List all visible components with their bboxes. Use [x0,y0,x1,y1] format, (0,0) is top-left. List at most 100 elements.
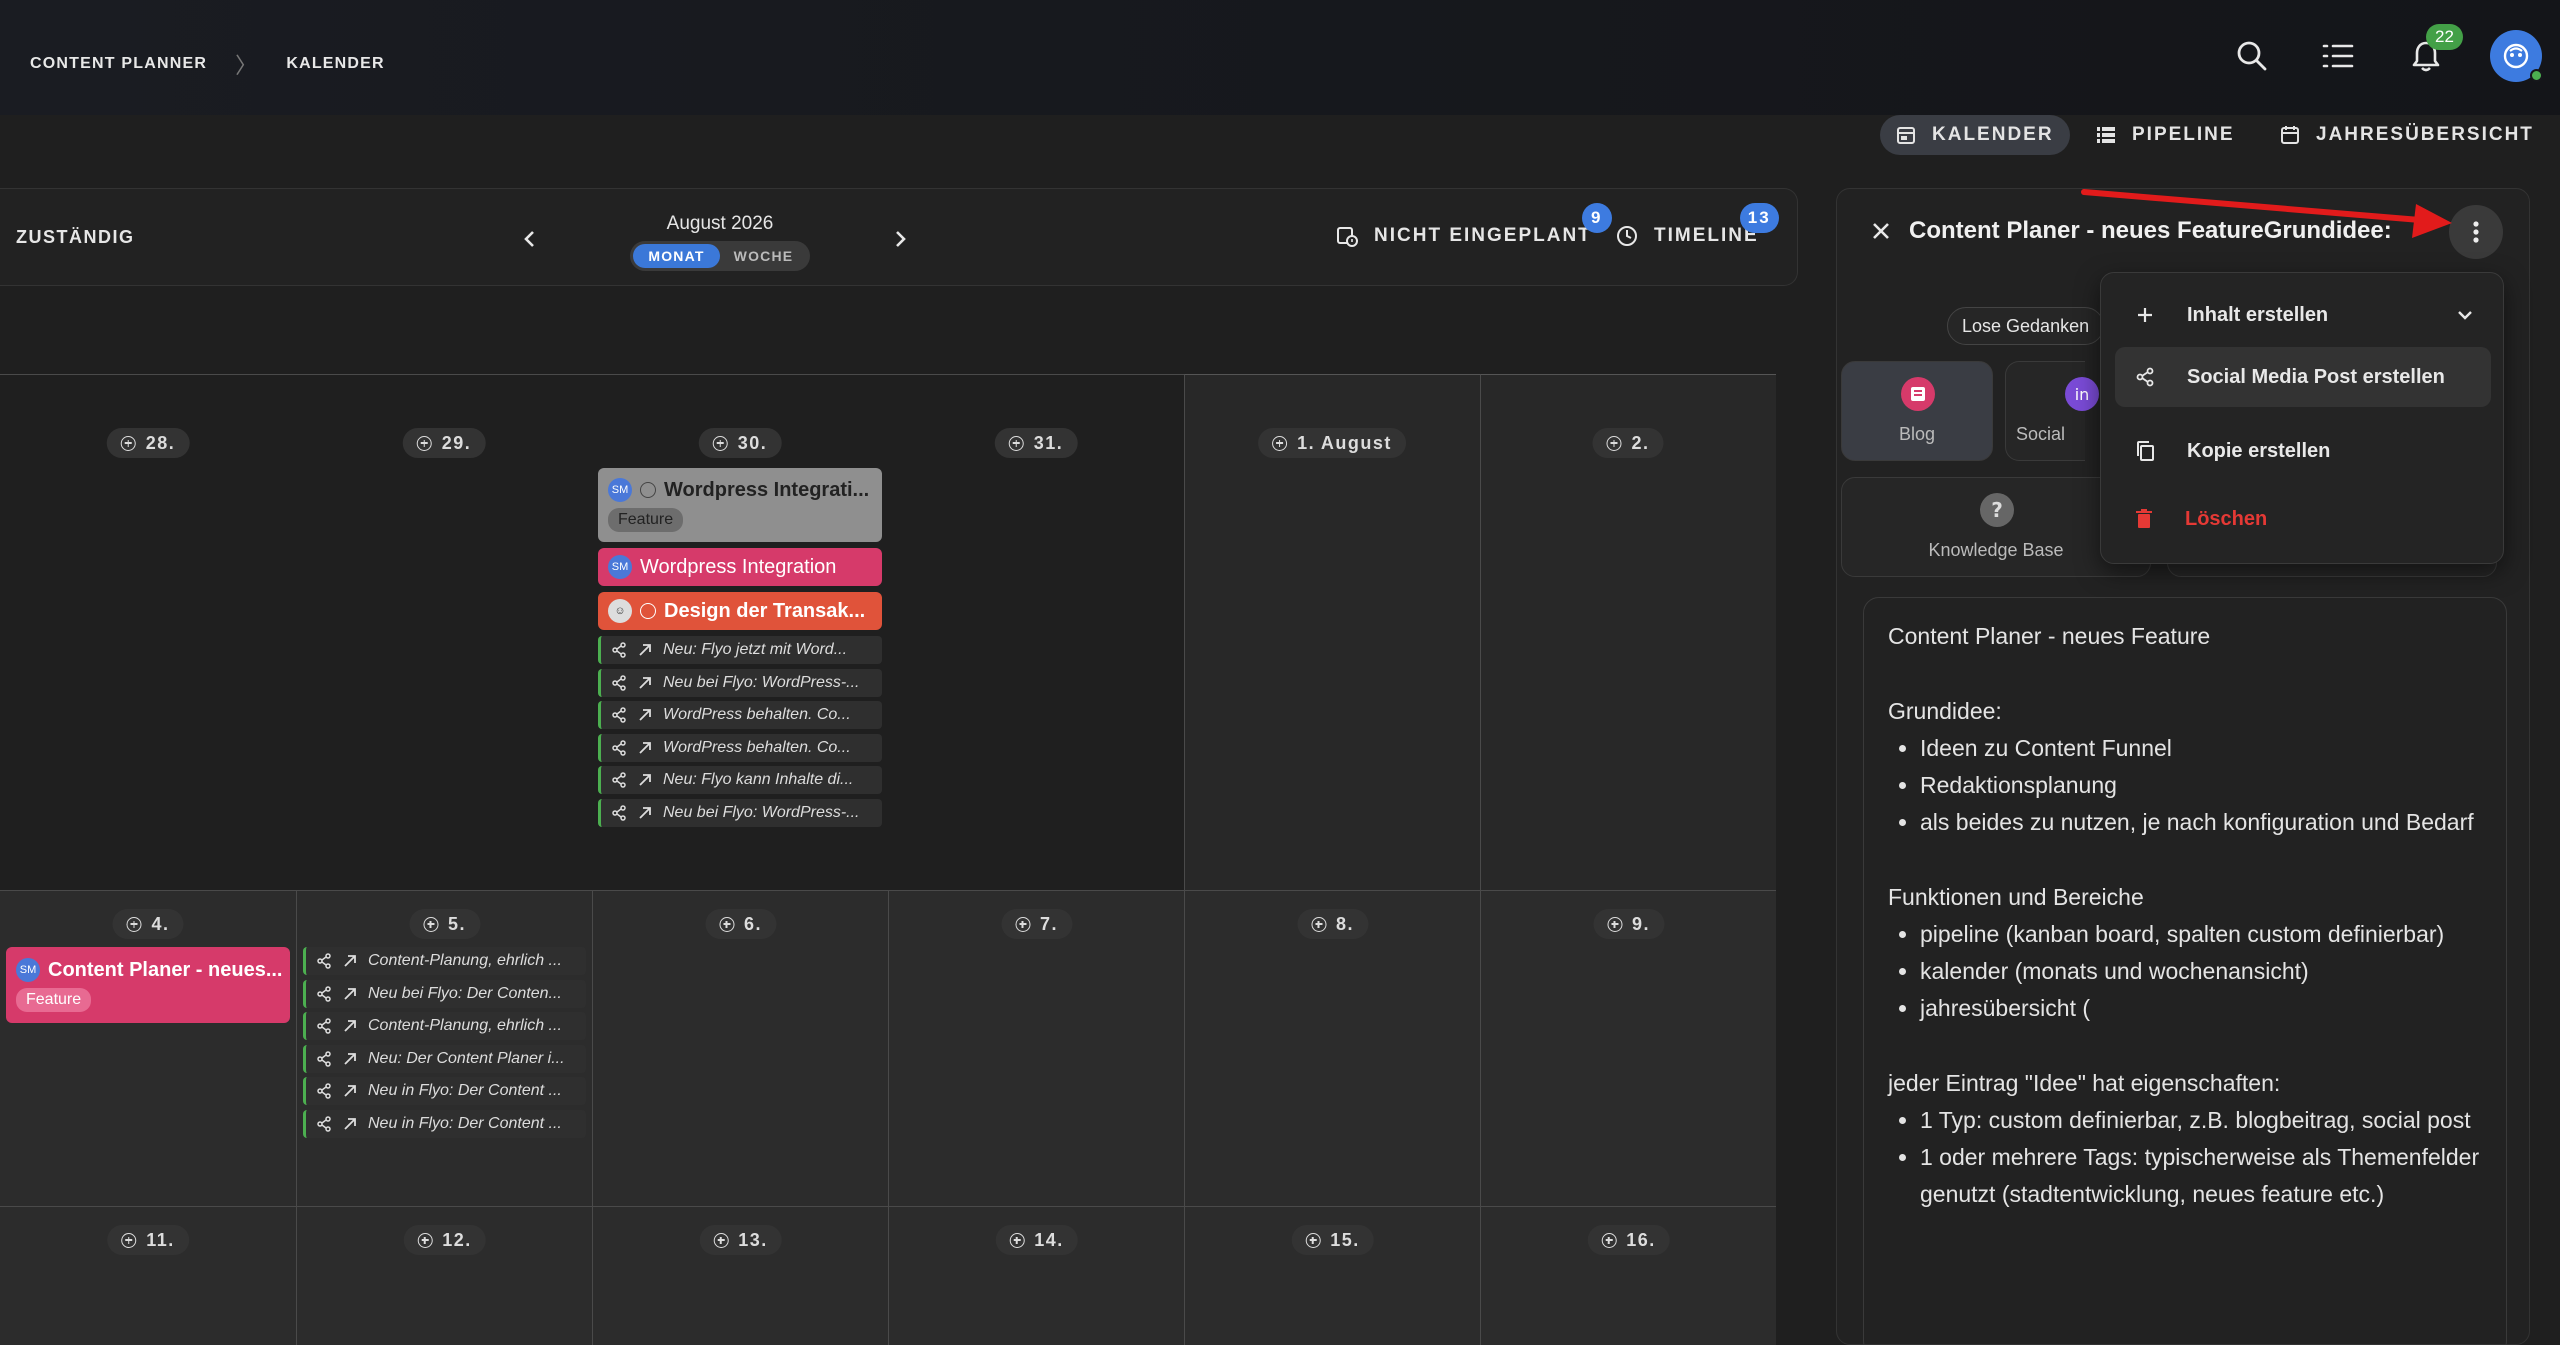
calendar-day-cell[interactable]: 8. [1184,890,1480,1206]
mode-week-button[interactable]: WOCHE [720,244,807,268]
social-post-item[interactable]: Neu bei Flyo: WordPress-... [598,668,882,697]
svg-text:in: in [2075,385,2090,404]
tab-pipeline[interactable]: PIPELINE [2080,115,2251,155]
idea-content-editor[interactable]: Content Planer - neues Feature Grundidee… [1863,597,2507,1345]
date-add-button[interactable]: 11. [107,1225,189,1255]
calendar-event-card[interactable]: ☺ Design der Transak... [598,592,882,630]
social-post-item[interactable]: Neu: Flyo kann Inhalte di... [598,766,882,794]
event-title: Design der Transak... [664,599,866,622]
social-post-title: Neu bei Flyo: Der Conten... [368,984,562,1002]
chevron-right-icon[interactable] [890,229,910,249]
calendar-day-cell[interactable]: 4. SM Content Planer - neues... Feature [0,890,296,1206]
plus-circle-icon [1008,435,1024,451]
type-label: Social [2016,424,2066,444]
close-icon[interactable] [1869,219,1893,243]
date-add-button[interactable]: 4. [112,909,184,939]
calendar-day-cell[interactable]: 13. [592,1206,888,1345]
date-add-button[interactable]: 1. August [1258,428,1406,458]
calendar-event-card[interactable]: SM Wordpress Integrati... Feature [598,468,882,542]
date-add-button[interactable]: 6. [704,909,777,939]
avatar[interactable] [2490,30,2543,82]
calendar-day-cell[interactable]: 6. [592,890,888,1206]
calendar-event-card[interactable]: SM Content Planer - neues... Feature [6,947,290,1023]
date-add-button[interactable]: 30. [698,428,782,458]
list-check-icon[interactable] [2320,38,2356,74]
type-card-blog[interactable]: Blog [1841,361,1993,461]
help-circle-icon: ? [1980,493,2014,527]
status-chip[interactable]: Lose Gedanken [1947,307,2105,345]
social-post-item[interactable]: Neu in Flyo: Der Content ... [303,1077,586,1105]
calendar-day-cell[interactable]: 1. August [1184,410,1480,890]
social-post-item[interactable]: Neu bei Flyo: Der Conten... [303,979,586,1008]
date-add-button[interactable]: 16. [1587,1225,1670,1255]
zustaendig-filter[interactable]: ZUSTÄNDIG [16,227,135,248]
month-navigation: August 2026 MONAT WOCHE [520,203,920,273]
menu-item-inhalt-erstellen[interactable]: Inhalt erstellen [2115,285,2491,345]
type-card-social[interactable]: in Social [2005,361,2099,461]
menu-item-social-media-post[interactable]: Social Media Post erstellen [2115,347,2491,407]
current-month: August 2026 [666,213,774,234]
calendar-day-cell[interactable]: 15. [1184,1206,1480,1345]
social-post-item[interactable]: Neu bei Flyo: WordPress-... [598,798,882,827]
social-post-item[interactable]: Content-Planung, ehrlich ... [303,1012,586,1040]
date-add-button[interactable]: 8. [1296,909,1369,939]
calendar-day-cell[interactable]: 16. [1480,1206,1776,1345]
nicht-eingeplant-button[interactable]: NICHT EINGEPLANT 9 [1336,203,1612,247]
tab-kalender[interactable]: KALENDER [1880,115,2070,155]
date-add-button[interactable]: 12. [403,1225,486,1255]
calendar-day-cell[interactable]: 29. [296,410,592,890]
bell-icon[interactable]: 22 [2408,24,2463,74]
plus-circle-icon [712,435,728,451]
social-post-item[interactable]: Neu: Der Content Planer i... [303,1044,586,1073]
date-add-button[interactable]: 2. [1592,428,1664,458]
event-title: Content Planer - neues... [48,958,283,981]
clock-icon [1617,226,1637,246]
calendar-day-cell[interactable]: 28. [0,410,296,890]
chevron-down-icon[interactable] [2455,305,2475,325]
calendar-day-cell[interactable]: 11. [0,1206,296,1345]
calendar-day-cell[interactable]: 7. [888,890,1184,1206]
date-add-button[interactable]: 7. [1000,909,1073,939]
calendar-day-cell[interactable]: 14. [888,1206,1184,1345]
user-avatar-sm: SM [608,555,632,579]
mode-month-button[interactable]: MONAT [633,244,720,268]
calendar-day-cell[interactable]: 31. [888,410,1184,890]
tab-jahresuebersicht[interactable]: JAHRESÜBERSICHT [2264,115,2550,155]
arrow-up-right-icon [344,1117,356,1130]
share-icon [612,674,626,691]
calendar-day-cell[interactable]: 2. [1480,410,1776,890]
menu-item-loeschen[interactable]: Löschen [2115,489,2491,549]
date-label: 16. [1626,1229,1656,1250]
menu-item-label: Kopie erstellen [2187,439,2331,462]
social-post-title: Neu: Der Content Planer i... [368,1049,565,1067]
date-add-button[interactable]: 14. [995,1225,1078,1255]
breadcrumb-content-planner[interactable]: CONTENT PLANNER [30,55,207,73]
calendar-day-cell[interactable]: 9. [1480,890,1776,1206]
social-post-item[interactable]: WordPress behalten. Co... [598,733,882,762]
calendar-day-cell[interactable]: 5. Content-Planung, ehrlich ... Neu bei F… [296,890,592,1206]
social-post-item[interactable]: Neu in Flyo: Der Content ... [303,1109,586,1138]
calendar-day-cell[interactable]: 12. [296,1206,592,1345]
date-add-button[interactable]: 13. [699,1225,782,1255]
date-add-button[interactable]: 9. [1592,909,1665,939]
date-add-button[interactable]: 31. [994,428,1078,458]
breadcrumb-kalender[interactable]: KALENDER [286,55,385,73]
search-icon[interactable] [2234,38,2270,74]
date-add-button[interactable]: 5. [408,909,481,939]
date-label: 12. [442,1229,472,1250]
arrow-up-right-icon [639,644,651,656]
date-add-button[interactable]: 15. [1291,1225,1374,1255]
date-add-button[interactable]: 28. [106,428,190,458]
timeline-button[interactable]: TIMELINE 13 [1616,203,1779,247]
content-list: 1 Typ: custom definierbar, z.B. blogbeit… [1920,1102,2482,1213]
share-icon [612,642,626,658]
calendar-day-cell[interactable]: 30. SM Wordpress Integrati... Feature SM… [592,410,888,890]
date-add-button[interactable]: 29. [402,428,486,458]
social-post-item[interactable]: Neu: Flyo jetzt mit Word... [598,636,882,664]
calendar-event-card[interactable]: SM Wordpress Integration [598,548,882,586]
share-icon [2136,367,2154,387]
social-post-item[interactable]: WordPress behalten. Co... [598,701,882,729]
social-post-item[interactable]: Content-Planung, ehrlich ... [303,947,586,975]
avatar-face-icon [2503,43,2529,69]
menu-item-kopie-erstellen[interactable]: Kopie erstellen [2115,421,2491,481]
